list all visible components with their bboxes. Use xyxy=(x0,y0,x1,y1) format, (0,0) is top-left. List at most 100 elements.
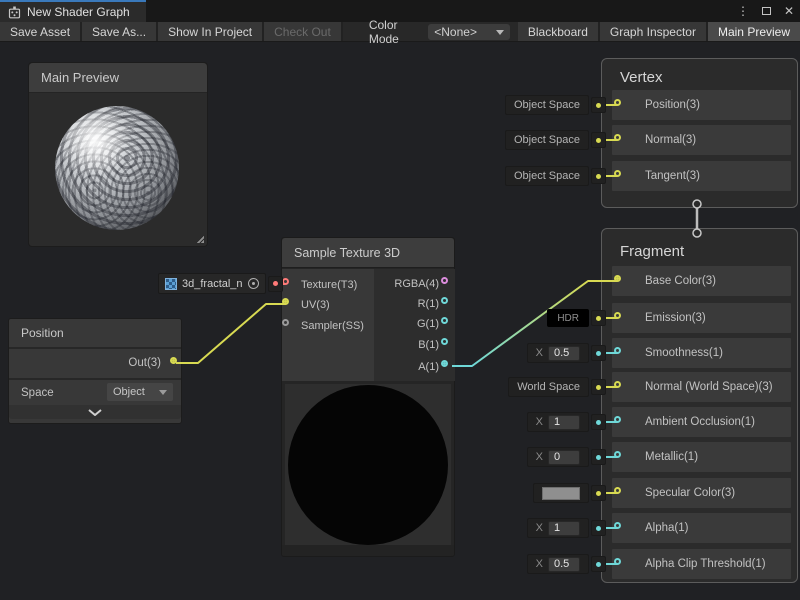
texture-object-field[interactable]: 3d_fractal_n xyxy=(158,273,283,294)
shader-graph-icon xyxy=(8,6,21,19)
save-as-button[interactable]: Save As... xyxy=(82,22,158,41)
pill-dot xyxy=(591,520,606,536)
pill-dot xyxy=(591,485,606,501)
port-texture-input[interactable] xyxy=(282,278,289,285)
chevron-down-icon xyxy=(159,390,167,395)
input-texture-label: Texture(T3) xyxy=(301,279,357,291)
sample-texture-3d-node[interactable]: Sample Texture 3D Texture(T3) UV(3) Samp… xyxy=(281,237,455,557)
row-label: Alpha(1) xyxy=(645,522,688,534)
resize-grip[interactable] xyxy=(196,235,204,243)
space-pill-label[interactable]: World Space xyxy=(508,377,589,397)
row-label: Alpha Clip Threshold(1) xyxy=(645,558,766,570)
pill-normal-space[interactable]: Object Space xyxy=(505,130,606,150)
port-specular-color[interactable] xyxy=(614,487,621,494)
main-preview-button[interactable]: Main Preview xyxy=(708,22,800,41)
fragment-row-metallic[interactable]: Metallic(1) xyxy=(612,442,791,472)
pill-normal-ws-space[interactable]: World Space xyxy=(508,377,606,397)
port-emission[interactable] xyxy=(614,312,621,319)
port-sampler-input[interactable] xyxy=(282,319,289,326)
menu-icon[interactable]: ⋮ xyxy=(737,5,749,17)
pill-alpha-value[interactable]: X1 xyxy=(527,518,606,538)
fragment-row-specular-color[interactable]: Specular Color(3) xyxy=(612,478,791,508)
fragment-row-alpha-clip[interactable]: Alpha Clip Threshold(1) xyxy=(612,549,791,579)
output-g-label: G(1) xyxy=(374,318,439,330)
fragment-row-base-color[interactable]: Base Color(3) xyxy=(612,266,791,296)
color-swatch[interactable] xyxy=(542,487,580,500)
port-a-output[interactable] xyxy=(441,360,448,367)
port-uv-input[interactable] xyxy=(282,298,289,305)
fragment-row-normal-ws[interactable]: Normal (World Space)(3) xyxy=(612,372,791,402)
color-mode-dropdown[interactable]: <None> xyxy=(428,24,510,40)
pill-dot xyxy=(591,379,606,395)
object-picker-icon[interactable] xyxy=(248,278,259,289)
vertex-row-position[interactable]: Position(3) xyxy=(612,90,791,120)
space-pill-label[interactable]: Object Space xyxy=(505,130,589,150)
port-ambient-occlusion[interactable] xyxy=(614,416,621,423)
port-metallic[interactable] xyxy=(614,451,621,458)
edge-position-to-uv[interactable] xyxy=(176,304,286,363)
port-alpha-clip[interactable] xyxy=(614,558,621,565)
port-vertex-position[interactable] xyxy=(614,99,621,106)
port-smoothness[interactable] xyxy=(614,347,621,354)
pill-metallic-value[interactable]: X0 xyxy=(527,447,606,467)
port-b-output[interactable] xyxy=(441,338,448,345)
pill-alpha-clip-value[interactable]: X0.5 xyxy=(527,554,606,574)
pill-specular-swatch[interactable] xyxy=(533,483,606,503)
close-icon[interactable]: ✕ xyxy=(784,5,794,17)
port-base-color[interactable] xyxy=(614,275,621,282)
pill-smoothness-value[interactable]: X0.5 xyxy=(527,343,606,363)
port-r-output[interactable] xyxy=(441,297,448,304)
shader-toolbar: Save Asset Save As... Show In Project Ch… xyxy=(0,22,800,42)
main-preview-header[interactable]: Main Preview xyxy=(29,63,207,93)
port-normal-ws[interactable] xyxy=(614,381,621,388)
check-out-button: Check Out xyxy=(264,22,343,41)
collapse-button[interactable] xyxy=(9,405,181,419)
space-value: Object xyxy=(113,386,145,398)
value-field[interactable]: 1 xyxy=(548,415,580,430)
pill-emission-hdr[interactable]: HDR xyxy=(547,309,606,327)
pill-position-space[interactable]: Object Space xyxy=(505,95,606,115)
row-label: Metallic(1) xyxy=(645,451,698,463)
blackboard-button[interactable]: Blackboard xyxy=(518,22,600,41)
fragment-node-title: Fragment xyxy=(620,243,800,260)
tab-new-shader-graph[interactable]: New Shader Graph xyxy=(0,0,146,22)
fragment-row-alpha[interactable]: Alpha(1) xyxy=(612,513,791,543)
vertex-row-tangent[interactable]: Tangent(3) xyxy=(612,161,791,191)
row-label: Emission(3) xyxy=(645,312,706,324)
space-dropdown[interactable]: Object xyxy=(107,383,173,401)
fragment-row-ambient-occlusion[interactable]: Ambient Occlusion(1) xyxy=(612,407,791,437)
row-label: Tangent(3) xyxy=(645,170,700,182)
port-g-output[interactable] xyxy=(441,317,448,324)
save-asset-button[interactable]: Save Asset xyxy=(0,22,82,41)
output-a-label: A(1) xyxy=(374,361,439,373)
value-field[interactable]: 1 xyxy=(548,521,580,536)
main-preview-panel[interactable]: Main Preview xyxy=(28,62,208,247)
space-pill-label[interactable]: Object Space xyxy=(505,95,589,115)
hdr-badge[interactable]: HDR xyxy=(547,309,589,327)
fragment-row-smoothness[interactable]: Smoothness(1) xyxy=(612,338,791,368)
x-label: X xyxy=(536,451,543,463)
show-in-project-button[interactable]: Show In Project xyxy=(158,22,264,41)
graph-inspector-button[interactable]: Graph Inspector xyxy=(600,22,708,41)
position-node[interactable]: Position Out(3) Space Object xyxy=(8,318,182,424)
node-preview xyxy=(285,384,451,546)
node-preview-collapse-strip[interactable] xyxy=(282,545,454,556)
port-alpha[interactable] xyxy=(614,522,621,529)
row-label: Normal(3) xyxy=(645,134,696,146)
value-field[interactable]: 0.5 xyxy=(548,346,580,361)
maximize-icon[interactable] xyxy=(762,7,771,15)
fragment-row-emission[interactable]: Emission(3) xyxy=(612,303,791,333)
chevron-down-icon xyxy=(496,30,504,35)
pill-tangent-space[interactable]: Object Space xyxy=(505,166,606,186)
port-rgba-output[interactable] xyxy=(441,277,448,284)
vertex-row-normal[interactable]: Normal(3) xyxy=(612,125,791,155)
space-pill-label[interactable]: Object Space xyxy=(505,166,589,186)
port-position-out[interactable] xyxy=(170,357,177,364)
port-vertex-normal[interactable] xyxy=(614,134,621,141)
port-vertex-tangent[interactable] xyxy=(614,170,621,177)
pill-ao-value[interactable]: X1 xyxy=(527,412,606,432)
value-field[interactable]: 0 xyxy=(548,450,580,465)
x-label: X xyxy=(536,416,543,428)
value-field[interactable]: 0.5 xyxy=(548,557,580,572)
main-preview-title: Main Preview xyxy=(41,70,119,85)
